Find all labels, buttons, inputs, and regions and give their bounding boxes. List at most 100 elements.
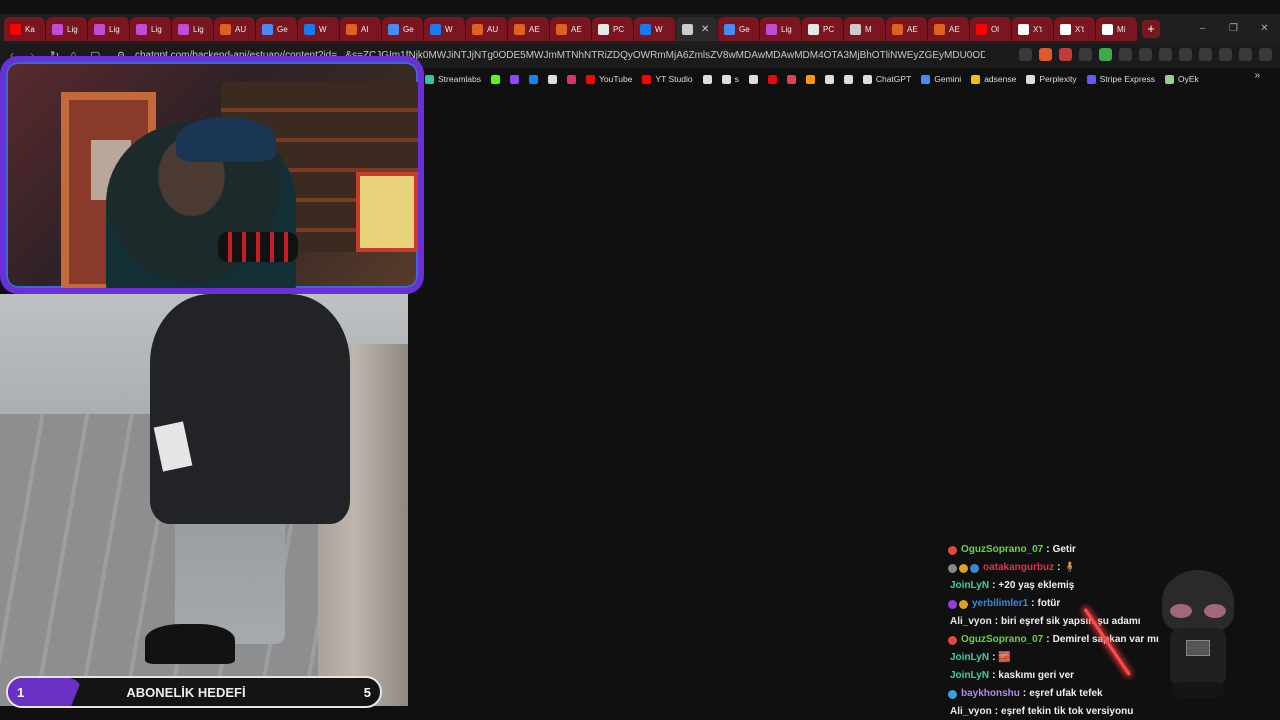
bookmarks-overflow-button[interactable]: » bbox=[1254, 70, 1260, 81]
chat-username: baykhonshu bbox=[961, 688, 1020, 699]
browser-tab[interactable]: Ge bbox=[256, 17, 297, 41]
netflix-icon bbox=[767, 74, 777, 84]
chat-badge-icon bbox=[948, 545, 957, 555]
chat-separator: : bbox=[994, 706, 999, 717]
youtube-studio-icon bbox=[642, 74, 652, 84]
bookmark-item[interactable] bbox=[805, 74, 815, 84]
wallet-icon[interactable] bbox=[1199, 48, 1212, 61]
browser-tab[interactable]: AE bbox=[928, 17, 969, 41]
menu-icon[interactable] bbox=[1259, 48, 1272, 61]
browser-tab[interactable]: ✕ bbox=[676, 17, 717, 41]
browser-tab[interactable]: X't bbox=[1012, 17, 1053, 41]
goal-target: 5 bbox=[363, 685, 371, 700]
browser-tab[interactable]: Lig bbox=[130, 17, 171, 41]
bookmark-item[interactable]: ChatGPT bbox=[862, 74, 911, 84]
brave-rewards-icon[interactable] bbox=[1059, 48, 1072, 61]
bookmark-item[interactable] bbox=[529, 74, 538, 84]
mascot-body bbox=[1170, 628, 1226, 686]
brave-shields-icon[interactable] bbox=[1039, 48, 1052, 61]
chat-text: kaskımı geri ver bbox=[998, 670, 1075, 681]
tab-label: AE bbox=[571, 24, 582, 34]
chat-username: oatakangurbuz bbox=[983, 562, 1055, 573]
tab-label: AE bbox=[529, 24, 540, 34]
chat-separator: : bbox=[992, 652, 996, 663]
browser-tab[interactable]: AI bbox=[340, 17, 381, 41]
new-tab-button[interactable]: + bbox=[1142, 20, 1160, 38]
bookmark-item[interactable] bbox=[767, 74, 777, 84]
browser-tab[interactable]: Ka bbox=[4, 17, 45, 41]
document-icon bbox=[808, 23, 819, 35]
goal-title: ABONELİK HEDEFİ bbox=[126, 685, 246, 700]
browser-tab[interactable]: W bbox=[298, 17, 339, 41]
screenshot-icon[interactable] bbox=[1139, 48, 1152, 61]
browser-tab[interactable]: Ge bbox=[382, 17, 423, 41]
chat-badge-icon bbox=[970, 563, 979, 573]
leo-icon[interactable] bbox=[1219, 48, 1232, 61]
chat-username: Ali_vyon bbox=[950, 616, 992, 627]
browser-tab[interactable]: Lig bbox=[46, 17, 87, 41]
tab-label: Ge bbox=[739, 24, 750, 34]
bookmark-item[interactable] bbox=[786, 74, 796, 84]
browser-tab[interactable]: AU bbox=[214, 17, 255, 41]
browser-tab[interactable]: X't bbox=[1054, 17, 1095, 41]
browser-tab[interactable]: W bbox=[634, 17, 675, 41]
ai-icon bbox=[786, 74, 796, 84]
sidebar-icon[interactable] bbox=[1179, 48, 1192, 61]
browser-tab[interactable]: PC bbox=[592, 17, 633, 41]
chat-message: Ali_vyon: eşref tekin tik tok versiyonu bbox=[948, 703, 1208, 720]
browser-tab[interactable]: Mi bbox=[1096, 17, 1137, 41]
bookmark-item[interactable] bbox=[843, 74, 853, 84]
bookmark-item[interactable] bbox=[702, 74, 712, 84]
browser-tab[interactable]: PC bbox=[802, 17, 843, 41]
feather-icon bbox=[94, 23, 105, 35]
bookmark-item[interactable] bbox=[748, 74, 758, 84]
battery-extension-icon[interactable] bbox=[1099, 48, 1112, 61]
bookmark-item[interactable] bbox=[824, 74, 834, 84]
browser-tab[interactable]: Ge bbox=[718, 17, 759, 41]
bookmark-item[interactable] bbox=[491, 74, 500, 84]
window-controls: – ❐ ✕ bbox=[1187, 14, 1280, 44]
browser-tab[interactable]: AE bbox=[508, 17, 549, 41]
browser-tab[interactable]: Ol bbox=[970, 17, 1011, 41]
bookmark-item[interactable]: adsense bbox=[971, 74, 1016, 84]
browser-tab[interactable]: W bbox=[424, 17, 465, 41]
minimize-button[interactable]: – bbox=[1187, 14, 1218, 44]
restore-button[interactable]: ❐ bbox=[1218, 14, 1249, 44]
tab-label: Mi bbox=[1117, 24, 1126, 34]
browser-tab[interactable]: AU bbox=[466, 17, 507, 41]
puzzle-icon[interactable] bbox=[1119, 48, 1132, 61]
bookmark-label: s bbox=[734, 74, 739, 84]
chat-username: Ali_vyon bbox=[950, 706, 992, 717]
browser-tab[interactable]: Lig bbox=[88, 17, 129, 41]
bookmark-item[interactable] bbox=[567, 74, 576, 84]
browser-tab[interactable]: M bbox=[844, 17, 885, 41]
bookmark-item[interactable]: Perplexity bbox=[1026, 74, 1077, 84]
bookmark-item[interactable]: s bbox=[721, 74, 739, 84]
extension-icon[interactable] bbox=[1079, 48, 1092, 61]
bookmark-item[interactable]: Gemini bbox=[921, 74, 961, 84]
browser-tab[interactable]: Lig bbox=[760, 17, 801, 41]
browser-tab[interactable]: Lig bbox=[172, 17, 213, 41]
bookmark-item[interactable] bbox=[510, 74, 519, 84]
share-icon[interactable] bbox=[1019, 48, 1032, 61]
browser-tab[interactable]: AE bbox=[550, 17, 591, 41]
tab-label: Ge bbox=[403, 24, 414, 34]
meta-icon bbox=[430, 23, 441, 35]
media-icon[interactable] bbox=[1159, 48, 1172, 61]
bookmark-item[interactable]: OyEk bbox=[1164, 74, 1199, 84]
tab-label: W bbox=[445, 24, 453, 34]
tab-label: Ge bbox=[277, 24, 288, 34]
bookmark-item[interactable]: YouTube bbox=[586, 74, 632, 84]
meta-icon bbox=[304, 23, 315, 35]
bookmark-item[interactable]: YT Studio bbox=[642, 74, 693, 84]
close-tab-icon[interactable]: ✕ bbox=[701, 24, 709, 35]
vpn-icon[interactable] bbox=[1239, 48, 1252, 61]
bookmark-item[interactable]: Stripe Express bbox=[1086, 74, 1155, 84]
bookmark-item[interactable]: Streamlabs bbox=[425, 74, 481, 84]
star-icon bbox=[934, 23, 945, 35]
bookmark-item[interactable] bbox=[548, 74, 557, 84]
browser-tab[interactable]: AE bbox=[886, 17, 927, 41]
close-window-button[interactable]: ✕ bbox=[1249, 14, 1280, 44]
x-icon bbox=[1060, 23, 1071, 35]
chat-separator: : bbox=[1046, 634, 1050, 645]
